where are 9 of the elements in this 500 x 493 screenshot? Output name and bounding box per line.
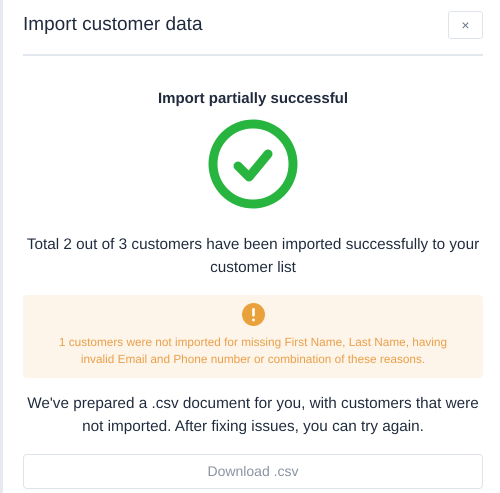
dialog-title: Import customer data bbox=[23, 14, 203, 36]
close-button[interactable]: × bbox=[448, 11, 483, 39]
download-button[interactable]: Download .csv bbox=[23, 454, 483, 488]
summary-text: Total 2 out of 3 customers have been imported successfully to your customer list bbox=[26, 234, 480, 278]
result-heading: Import partially successful bbox=[156, 89, 350, 109]
success-check-icon bbox=[208, 118, 298, 208]
note-text: We've prepared a .csv document for you, with customers that were not imported. After fixing issues, you can try again. bbox=[26, 394, 480, 436]
warning-message: 1 customers were not imported for missing First Name, Last Name, having invalid Email and Phone number or combination of these reasons. bbox=[58, 334, 448, 368]
warning-icon bbox=[242, 302, 264, 326]
